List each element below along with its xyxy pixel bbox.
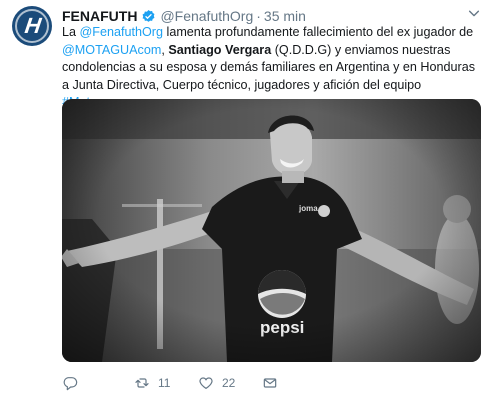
- mention-link[interactable]: @FenafuthOrg: [80, 25, 164, 39]
- mention-link[interactable]: @MOTAGUAcom: [62, 43, 161, 57]
- tweet-text-part: La: [62, 25, 80, 39]
- tweet-header: FENAFUTH @FenafuthOrg · 35 min: [62, 7, 306, 25]
- player-name: Santiago Vergara: [168, 42, 272, 57]
- tweet-photo[interactable]: pepsi joma: [62, 99, 481, 362]
- retweet-icon: [135, 378, 149, 388]
- tweet-timestamp[interactable]: 35 min: [264, 8, 306, 24]
- player-photo: pepsi joma: [62, 99, 481, 362]
- avatar[interactable]: H: [12, 6, 52, 46]
- envelope-icon: [263, 378, 277, 388]
- reply-icon: [63, 377, 78, 391]
- retweet-button[interactable]: 11: [134, 373, 170, 393]
- user-handle[interactable]: @FenafuthOrg: [160, 8, 253, 24]
- tweet-card[interactable]: H FENAFUTH @FenafuthOrg · 35 min La @Fen…: [0, 0, 491, 400]
- fenafuth-logo-icon: H: [22, 13, 42, 38]
- like-count: 22: [222, 376, 236, 390]
- more-options-chevron-icon[interactable]: [467, 6, 481, 20]
- heart-icon: [199, 377, 213, 389]
- header-separator: ·: [256, 8, 261, 24]
- retweet-count: 11: [158, 376, 171, 390]
- reply-button[interactable]: [62, 373, 78, 393]
- display-name[interactable]: FENAFUTH: [62, 8, 137, 24]
- verified-badge-icon: [141, 9, 156, 24]
- tweet-text-part: lamenta profundamente fallecimiento del …: [163, 25, 474, 39]
- direct-message-button[interactable]: [262, 373, 278, 393]
- like-button[interactable]: 22: [198, 373, 235, 393]
